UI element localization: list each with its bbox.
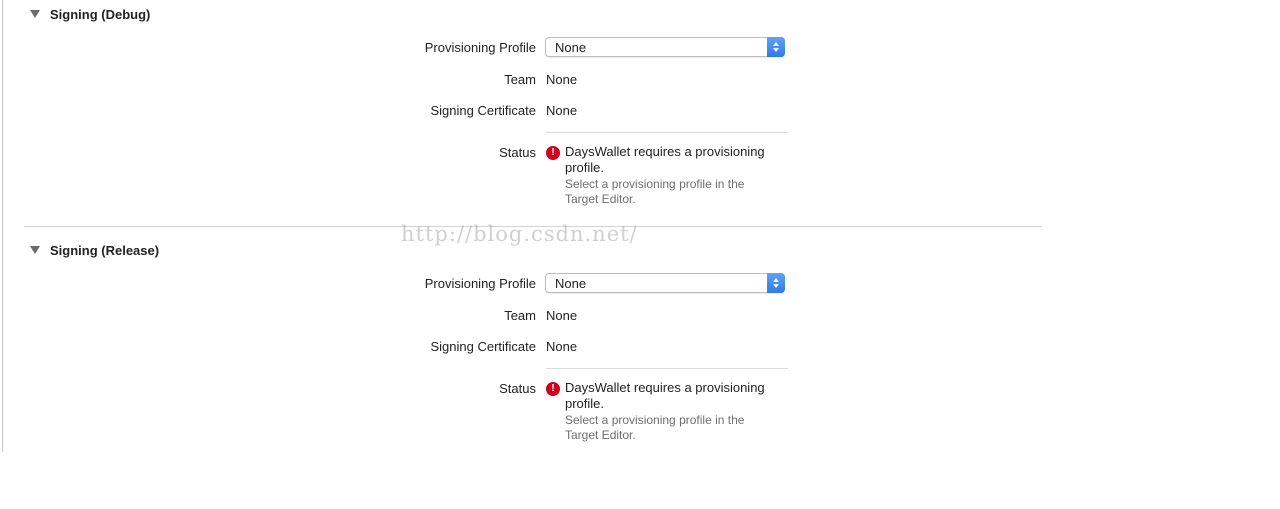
status-detail: Select a provisioning profile in the Tar…	[565, 177, 745, 206]
chevron-up-icon	[773, 42, 779, 46]
disclosure-triangle-icon[interactable]	[30, 246, 40, 254]
build-settings-page: Signing (Debug) Provisioning Profile Non…	[0, 0, 1280, 509]
provisioning-profile-value: None	[555, 40, 587, 55]
watermark: http://blog.csdn.net/	[401, 222, 638, 246]
status-message: DaysWallet requires a provisioning profi…	[565, 144, 765, 175]
team-value: None	[546, 72, 578, 87]
chevron-down-icon	[773, 284, 779, 288]
error-icon: !	[546, 382, 560, 396]
provisioning-profile-label: Provisioning Profile	[424, 276, 536, 291]
status-message: DaysWallet requires a provisioning profi…	[565, 380, 765, 411]
signing-certificate-value: None	[546, 103, 578, 118]
status-label: Status	[499, 145, 536, 160]
signing-certificate-value: None	[546, 339, 578, 354]
disclosure-triangle-icon[interactable]	[30, 10, 40, 18]
team-label: Team	[504, 72, 536, 87]
error-icon: !	[546, 146, 560, 160]
section-title: Signing (Debug)	[50, 6, 151, 22]
provisioning-profile-value: None	[555, 276, 587, 291]
status-divider	[546, 368, 788, 369]
provisioning-profile-label: Provisioning Profile	[424, 40, 536, 55]
team-value: None	[546, 308, 578, 323]
popup-stepper-icon[interactable]	[767, 273, 785, 293]
signing-certificate-label: Signing Certificate	[430, 103, 537, 118]
status-label: Status	[499, 381, 536, 396]
section-title: Signing (Release)	[50, 242, 160, 258]
signing-certificate-label: Signing Certificate	[430, 339, 537, 354]
status-divider	[546, 132, 788, 133]
chevron-up-icon	[773, 278, 779, 282]
status-detail: Select a provisioning profile in the Tar…	[565, 413, 745, 442]
provisioning-profile-popup[interactable]: None	[545, 37, 785, 57]
signing-release-header[interactable]: Signing (Release)	[30, 241, 159, 259]
popup-stepper-icon[interactable]	[767, 37, 785, 57]
team-label: Team	[504, 308, 536, 323]
provisioning-profile-popup[interactable]: None	[545, 273, 785, 293]
signing-debug-header[interactable]: Signing (Debug)	[30, 5, 150, 23]
chevron-down-icon	[773, 48, 779, 52]
left-border	[2, 0, 3, 452]
